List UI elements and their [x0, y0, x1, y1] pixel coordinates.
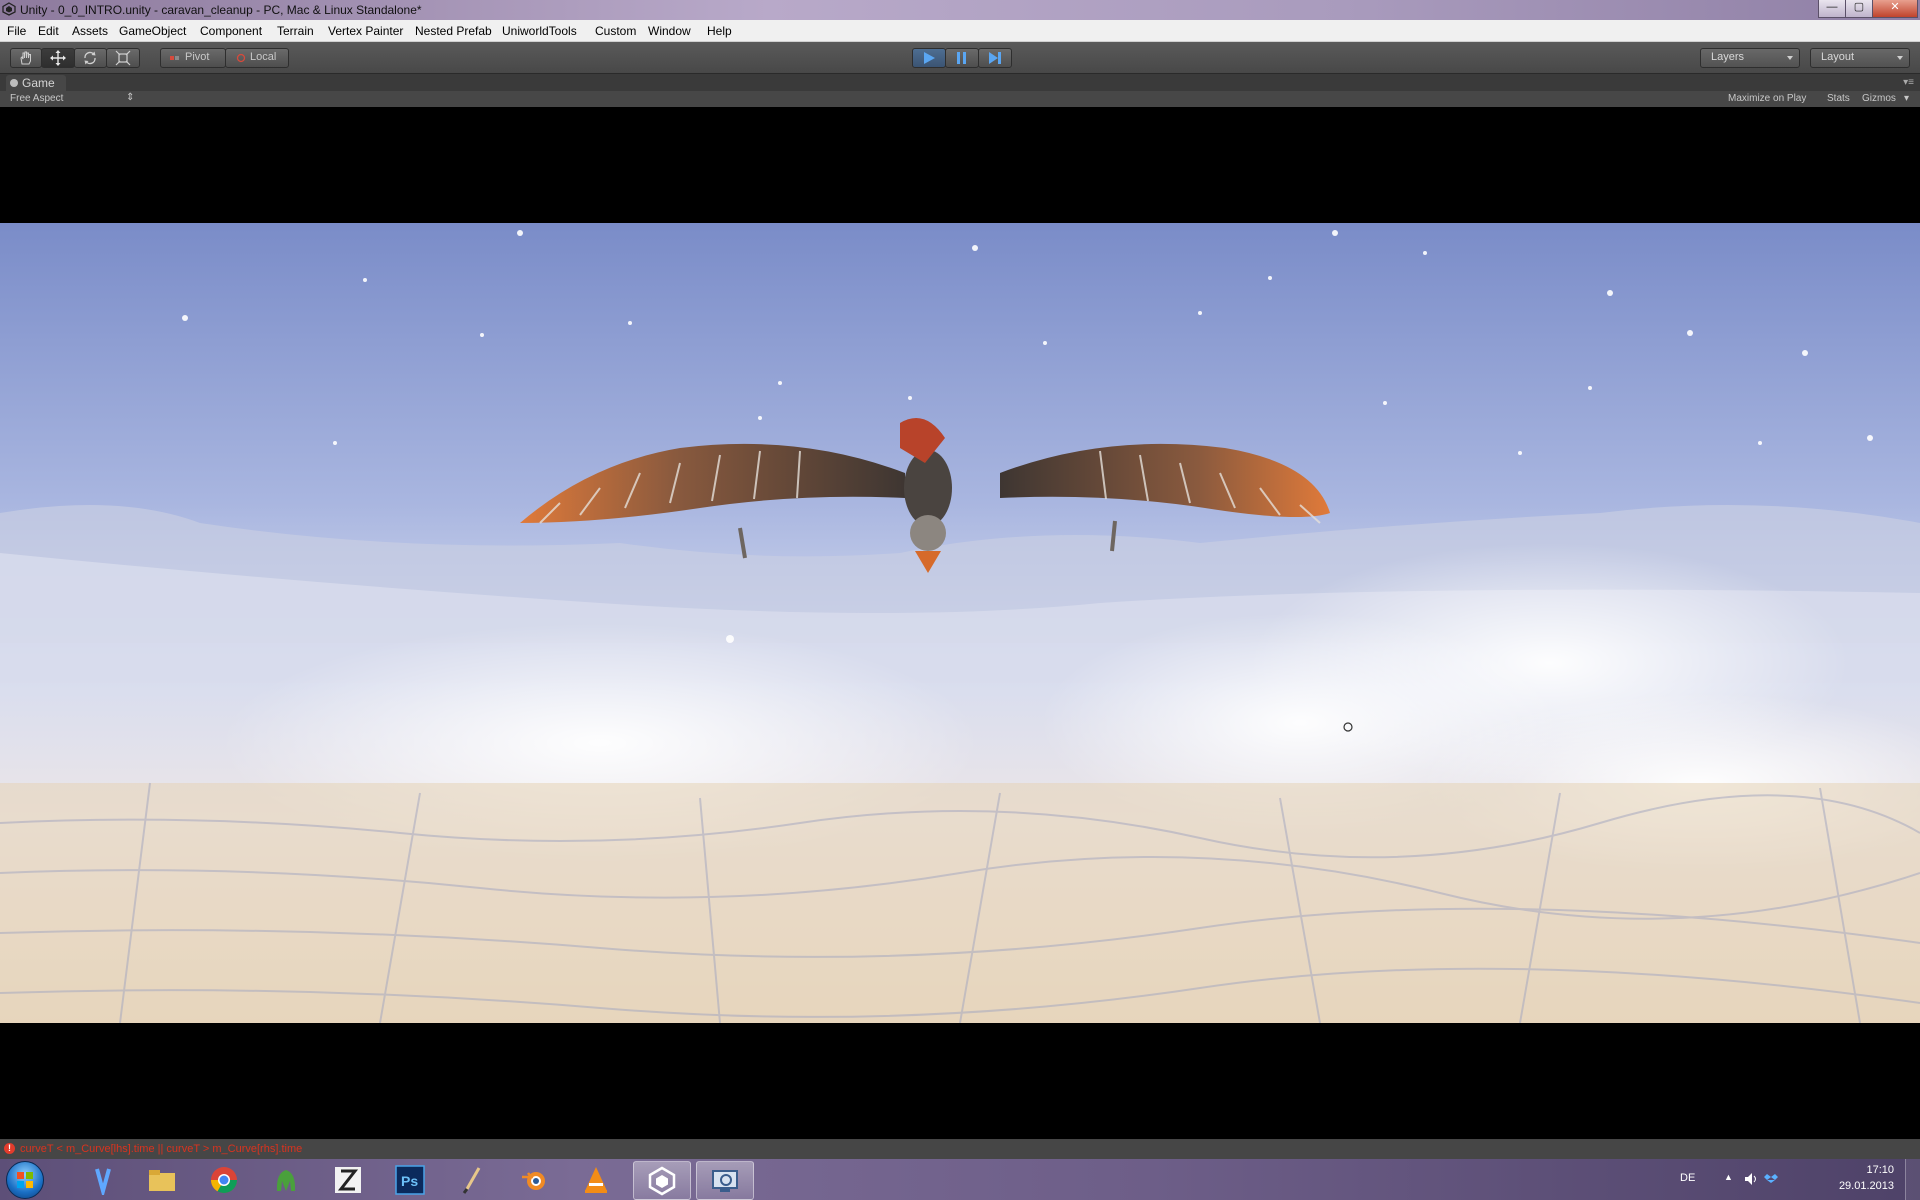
zbrush-icon — [335, 1167, 361, 1193]
menu-gameobject[interactable]: GameObject — [119, 24, 186, 38]
menu-custom[interactable]: Custom — [595, 24, 636, 38]
chevron-down-icon — [1787, 56, 1793, 60]
show-desktop-button[interactable] — [1905, 1159, 1920, 1200]
console-status-bar[interactable]: ! curveT < m_Curve[lhs].time || curveT >… — [0, 1139, 1920, 1159]
menu-file[interactable]: File — [7, 24, 26, 38]
hand-tool-button[interactable] — [10, 48, 42, 68]
main-toolbar: Pivot Local Layers Layout — [0, 42, 1920, 74]
scale-tool-icon — [115, 50, 131, 66]
gizmos-dropdown[interactable]: Gizmos — [1862, 93, 1896, 104]
windows-taskbar: Ps DE ▲ 17:10 29.01.2013 — [0, 1159, 1920, 1200]
step-icon — [989, 52, 1001, 64]
layers-label: Layers — [1711, 51, 1745, 63]
chevron-down-icon — [1897, 56, 1903, 60]
window-title: Unity - 0_0_INTRO.unity - caravan_cleanu… — [20, 3, 422, 17]
taskbar-app-3d-tool[interactable] — [258, 1161, 314, 1198]
taskbar-app-unity[interactable] — [633, 1161, 691, 1200]
step-button[interactable] — [978, 48, 1012, 68]
panel-menu-icon[interactable]: ▾≡ — [1903, 77, 1914, 88]
local-toggle-button[interactable]: Local — [225, 48, 289, 68]
taskbar-app-vlc[interactable] — [568, 1161, 624, 1198]
vlc-icon — [585, 1167, 607, 1193]
stats-toggle[interactable]: Stats — [1827, 93, 1850, 104]
aspect-dropdown-arrow-icon[interactable]: ⇕ — [126, 92, 134, 103]
remote-desktop-icon — [712, 1170, 738, 1192]
menu-terrain[interactable]: Terrain — [277, 24, 314, 38]
dropbox-icon[interactable] — [1764, 1172, 1778, 1186]
taskbar-app-explorer[interactable] — [134, 1161, 190, 1198]
layout-dropdown[interactable]: Layout — [1810, 48, 1910, 68]
game-scene-render — [0, 223, 1920, 1023]
maximize-button[interactable]: ▢ — [1845, 0, 1873, 18]
game-panel-tab-strip: Game ▾≡ — [0, 74, 1920, 91]
taskbar-app-remote[interactable] — [696, 1161, 754, 1200]
play-button[interactable] — [912, 48, 946, 68]
local-icon — [236, 53, 246, 63]
menu-bar: File Edit Assets GameObject Component Te… — [0, 20, 1920, 42]
rotate-tool-button[interactable] — [74, 48, 107, 68]
window-title-bar: Unity - 0_0_INTRO.unity - caravan_cleanu… — [0, 0, 1920, 20]
scale-tool-button[interactable] — [106, 48, 140, 68]
svg-text:Ps: Ps — [401, 1173, 418, 1189]
tab-game-label: Game — [22, 76, 55, 90]
move-tool-button[interactable] — [41, 48, 75, 68]
pivot-toggle-button[interactable]: Pivot — [160, 48, 226, 68]
taskbar-app-blender[interactable] — [506, 1161, 562, 1198]
close-button[interactable]: ✕ — [1872, 0, 1918, 18]
volume-icon[interactable] — [1744, 1172, 1758, 1186]
unity-icon — [648, 1166, 676, 1196]
3d-tool-icon — [276, 1170, 296, 1191]
language-indicator[interactable]: DE — [1680, 1172, 1695, 1184]
pivot-label: Pivot — [185, 51, 210, 63]
rotate-tool-icon — [84, 51, 96, 65]
game-tab-icon — [10, 79, 18, 87]
play-icon — [924, 52, 935, 64]
aspect-dropdown[interactable]: Free Aspect — [10, 93, 63, 104]
menu-nested-prefab[interactable]: Nested Prefab — [415, 24, 492, 38]
minimize-button[interactable]: — — [1818, 0, 1846, 18]
menu-vertex-painter[interactable]: Vertex Painter — [328, 24, 403, 38]
folder-icon — [149, 1170, 175, 1191]
clock-date[interactable]: 29.01.2013 — [1839, 1180, 1894, 1192]
chevron-down-icon[interactable]: ▾ — [1904, 93, 1909, 104]
blender-icon — [522, 1172, 545, 1190]
pause-icon — [957, 52, 966, 64]
taskbar-app-brush[interactable] — [444, 1161, 500, 1198]
game-viewport[interactable] — [0, 107, 1920, 1139]
menu-edit[interactable]: Edit — [38, 24, 59, 38]
taskbar-app-zbrush[interactable] — [320, 1161, 376, 1198]
tab-game[interactable]: Game — [6, 75, 66, 91]
error-icon: ! — [4, 1143, 15, 1154]
menu-window[interactable]: Window — [648, 24, 691, 38]
menu-assets[interactable]: Assets — [72, 24, 108, 38]
layers-dropdown[interactable]: Layers — [1700, 48, 1800, 68]
brush-icon — [462, 1167, 481, 1194]
console-error-message: curveT < m_Curve[lhs].time || curveT > m… — [20, 1143, 303, 1155]
clock-time[interactable]: 17:10 — [1866, 1164, 1894, 1176]
taskbar-app-chrome[interactable] — [196, 1161, 252, 1198]
menu-help[interactable]: Help — [707, 24, 732, 38]
menu-uniworldtools[interactable]: UniworldTools — [502, 24, 577, 38]
pause-button[interactable] — [945, 48, 979, 68]
menu-component[interactable]: Component — [200, 24, 262, 38]
unity-icon — [2, 2, 16, 16]
chrome-icon — [210, 1167, 238, 1194]
move-tool-icon — [50, 50, 66, 66]
maximize-on-play-toggle[interactable]: Maximize on Play — [1728, 93, 1806, 104]
local-label: Local — [250, 51, 277, 63]
taskbar-app-editor[interactable] — [76, 1161, 132, 1198]
editor-app-icon — [95, 1168, 111, 1195]
windows-start-icon[interactable] — [6, 1161, 44, 1199]
tray-expand-icon[interactable]: ▲ — [1724, 1172, 1733, 1182]
layout-label: Layout — [1821, 51, 1855, 63]
pivot-icon — [170, 56, 179, 60]
taskbar-app-photoshop[interactable]: Ps — [382, 1161, 438, 1198]
photoshop-icon: Ps — [395, 1165, 425, 1195]
hand-tool-icon — [20, 51, 31, 65]
system-tray: DE ▲ 17:10 29.01.2013 — [1680, 1159, 1920, 1200]
game-view-toolbar: Free Aspect ⇕ Maximize on Play Stats Giz… — [0, 91, 1920, 107]
